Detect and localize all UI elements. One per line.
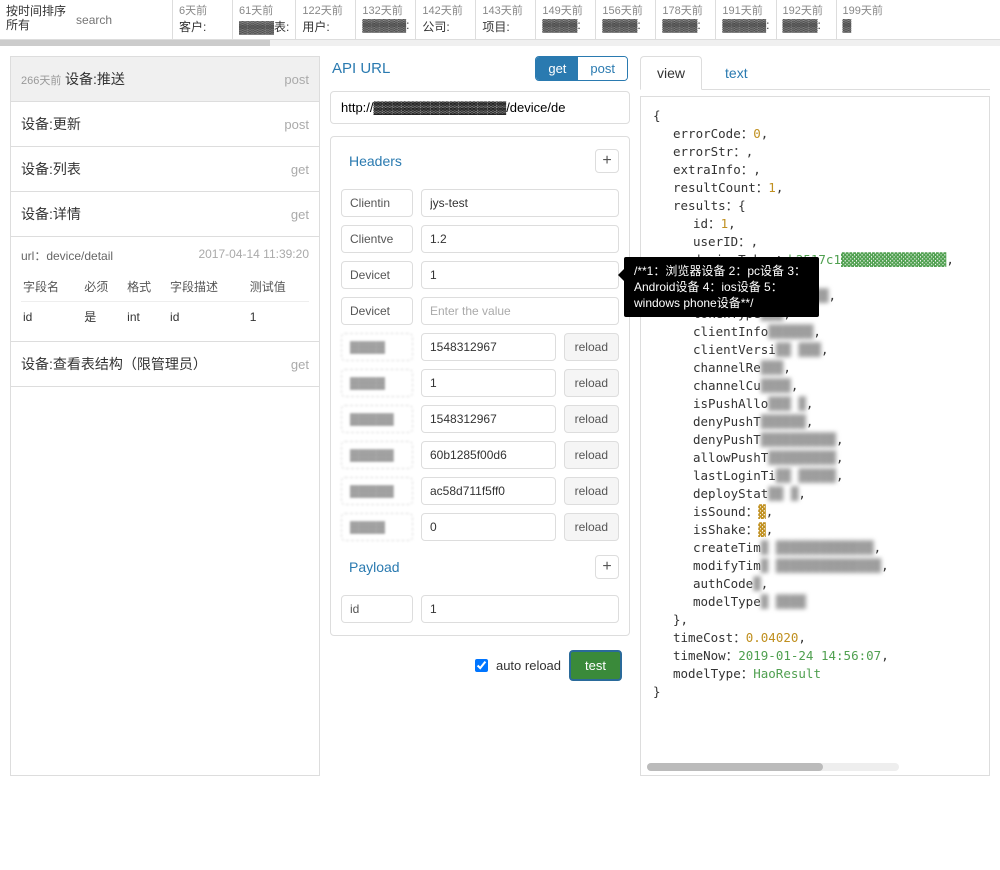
auto-reload-label: auto reload [496,658,561,673]
timeline-bar: 按时间排序 所有 6天前客户: 61天前▓▓▓▓表: 122天前用户: 132天… [0,0,1000,40]
api-item-list[interactable]: 设备:列表 get [11,147,319,192]
header-value[interactable] [421,333,556,361]
api-item-update[interactable]: 设备:更新 post [11,102,319,147]
auto-reload-checkbox[interactable] [475,659,488,672]
headers-label: Headers [341,153,402,169]
header-row [341,225,619,253]
timeline-item[interactable]: 132天前▓▓▓▓▓: [355,0,415,39]
header-key[interactable] [341,261,413,289]
timeline-item[interactable]: 199天前▓ [836,0,896,39]
reload-button[interactable]: reload [564,369,619,397]
headers-section: Headers + /**1：浏览器设备 2：pc设备 3：Android设备 … [330,136,630,636]
tab-view[interactable]: view [640,56,702,90]
header-key[interactable] [341,477,413,505]
header-key[interactable] [341,297,413,325]
api-item-schema[interactable]: 设备:查看表结构（限管理员） get [11,342,319,387]
timeline-scrollbar[interactable] [0,40,1000,46]
timeline-item[interactable]: 142天前公司: [415,0,475,39]
reload-button[interactable]: reload [564,513,619,541]
timeline-item[interactable]: 143天前项目: [475,0,535,39]
payload-value[interactable] [421,595,619,623]
payload-row [341,595,619,623]
header-value[interactable] [421,441,556,469]
payload-label: Payload [341,559,400,575]
header-value[interactable] [421,477,556,505]
header-row [341,297,619,325]
header-row: reload [341,369,619,397]
timeline-item[interactable]: 6天前客户: [172,0,232,39]
detail-timestamp: 2017-04-14 11:39:20 [198,247,309,264]
timeline-item[interactable]: 149天前▓▓▓▓: [535,0,595,39]
sort-label: 按时间排序 所有 [0,0,72,39]
search-input[interactable] [72,0,172,39]
header-row: reload [341,333,619,361]
header-key[interactable] [341,405,413,433]
tab-text[interactable]: text [708,56,765,89]
header-key[interactable] [341,225,413,253]
timeline-item[interactable]: 192天前▓▓▓▓: [776,0,836,39]
header-value[interactable] [421,513,556,541]
api-detail-block: url：device/detail 2017-04-14 11:39:20 字段… [11,237,319,342]
header-value[interactable] [421,225,619,253]
api-item-detail[interactable]: 设备:详情 get [11,192,319,237]
header-row: reload [341,441,619,469]
api-item-push[interactable]: 266天前 设备:推送 post [11,57,319,102]
header-key[interactable] [341,189,413,217]
header-key[interactable] [341,369,413,397]
add-header-button[interactable]: + [595,149,619,173]
api-url-label: API URL [332,60,390,77]
add-payload-button[interactable]: + [595,555,619,579]
response-body[interactable]: { errorCode：0, errorStr：, extraInfo：, re… [640,96,990,776]
tooltip: /**1：浏览器设备 2：pc设备 3：Android设备 4：ios设备 5：… [624,257,819,317]
response-panel: view text { errorCode：0, errorStr：, extr… [640,56,990,776]
timeline-item[interactable]: 156天前▓▓▓▓: [595,0,655,39]
method-toggle[interactable]: get post [535,56,628,81]
test-button[interactable]: test [569,650,622,681]
payload-key[interactable] [341,595,413,623]
response-scrollbar[interactable] [647,763,899,771]
header-key[interactable] [341,333,413,361]
method-post[interactable]: post [578,57,627,80]
header-value[interactable] [421,261,619,289]
request-panel: API URL get post Headers + [330,56,630,776]
header-row: reload [341,405,619,433]
timeline-item[interactable]: 178天前▓▓▓▓: [655,0,715,39]
reload-button[interactable]: reload [564,405,619,433]
timeline-item[interactable]: 122天前用户: [295,0,355,39]
timeline-item[interactable]: 61天前▓▓▓▓表: [232,0,295,39]
header-value[interactable] [421,189,619,217]
header-value[interactable] [421,405,556,433]
api-list-panel: 266天前 设备:推送 post 设备:更新 post 设备:列表 get 设备… [10,56,320,776]
header-row: reload [341,513,619,541]
timeline-item[interactable]: 191天前▓▓▓▓▓: [715,0,775,39]
reload-button[interactable]: reload [564,441,619,469]
detail-url: url：device/detail [21,247,113,264]
reload-button[interactable]: reload [564,333,619,361]
method-get[interactable]: get [536,57,578,80]
header-row: reload [341,477,619,505]
header-key[interactable] [341,513,413,541]
reload-button[interactable]: reload [564,477,619,505]
param-table: 字段名 必须 格式 字段描述 测试值 id 是 int id 1 [21,272,309,331]
header-value[interactable] [421,297,619,325]
header-row [341,189,619,217]
header-row: /**1：浏览器设备 2：pc设备 3：Android设备 4：ios设备 5：… [341,261,619,289]
url-input[interactable] [330,91,630,124]
table-row: id 是 int id 1 [21,302,309,332]
header-value[interactable] [421,369,556,397]
header-key[interactable] [341,441,413,469]
